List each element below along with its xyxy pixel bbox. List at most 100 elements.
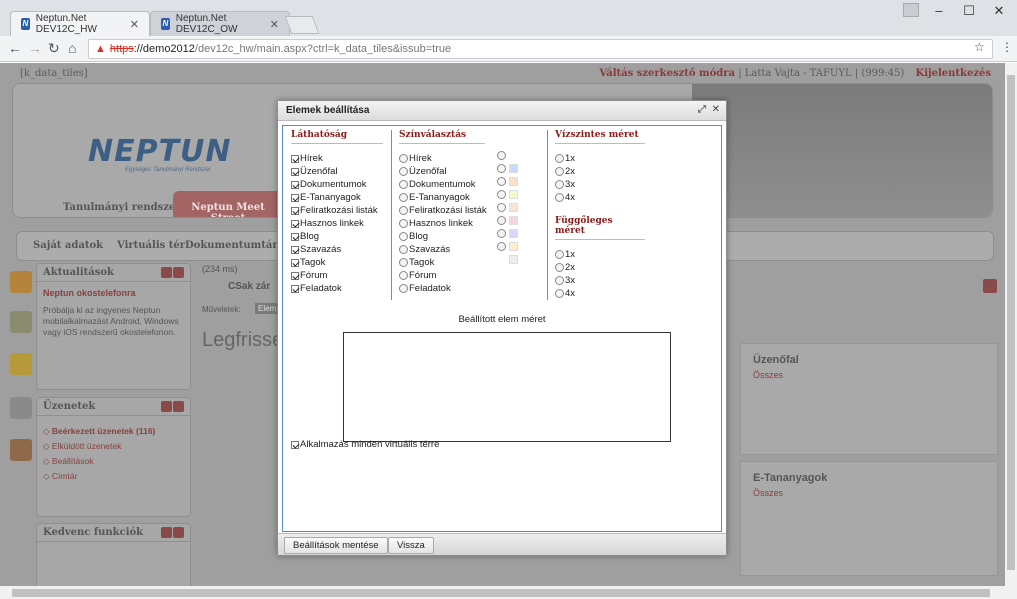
calendar-icon[interactable] — [10, 397, 32, 419]
swatch-radio[interactable] — [497, 151, 506, 160]
visibility-item[interactable]: Hasznos linkek — [291, 217, 383, 230]
vsize-option[interactable]: 2x — [555, 261, 645, 274]
color-swatch[interactable] — [509, 177, 518, 186]
color-swatch[interactable] — [509, 229, 518, 238]
window-close-icon[interactable]: ✕ — [985, 0, 1013, 22]
color-radio[interactable] — [399, 271, 408, 280]
popout-icon[interactable]: ⤢ — [698, 104, 706, 115]
scroll-thumb[interactable] — [1007, 75, 1015, 570]
size-radio[interactable] — [555, 263, 564, 272]
color-swatch[interactable] — [509, 203, 518, 212]
new-tab-button[interactable] — [284, 16, 320, 34]
refresh-icon[interactable] — [161, 401, 172, 412]
swatch-radio[interactable] — [497, 216, 506, 225]
size-radio[interactable] — [555, 276, 564, 285]
size-radio[interactable] — [555, 289, 564, 298]
color-radio[interactable] — [399, 232, 408, 241]
color-item[interactable]: Szavazás — [399, 243, 539, 256]
vsize-option[interactable]: 4x — [555, 287, 645, 300]
close-icon[interactable] — [173, 527, 184, 538]
news-headline[interactable]: Neptun okostelefonra — [43, 288, 184, 299]
horizontal-scrollbar[interactable] — [0, 586, 1017, 599]
close-icon[interactable]: ✕ — [130, 18, 139, 31]
hsize-option[interactable]: 2x — [555, 165, 645, 178]
edit-mode-link[interactable]: Váltás szerkesztő módra — [599, 68, 735, 79]
profile-icon[interactable] — [903, 3, 919, 17]
color-radio[interactable] — [399, 193, 408, 202]
color-item[interactable]: Üzenőfal — [399, 165, 539, 178]
swatch-radio[interactable] — [497, 203, 506, 212]
color-radio[interactable] — [399, 219, 408, 228]
not-secure-warning-icon[interactable]: ▲ — [95, 43, 106, 55]
visibility-checkbox[interactable] — [291, 154, 299, 163]
hsize-option[interactable]: 1x — [555, 152, 645, 165]
nav-tab-study-system[interactable]: Tanulmányi rendszer — [63, 202, 181, 213]
browser-menu-icon[interactable]: ⋮ — [1001, 40, 1013, 54]
visibility-checkbox[interactable] — [291, 167, 299, 176]
only-closed-label[interactable]: CSak zár — [228, 281, 270, 292]
visibility-item[interactable]: Üzenőfal — [291, 165, 383, 178]
color-radio[interactable] — [399, 154, 408, 163]
apply-all-checkbox[interactable] — [291, 440, 299, 449]
visibility-checkbox[interactable] — [291, 180, 299, 189]
actions-button[interactable]: Elem — [255, 303, 280, 314]
nav-tab-meet-street[interactable]: Neptun Meet Street — [173, 191, 283, 217]
size-radio[interactable] — [555, 180, 564, 189]
visibility-checkbox[interactable] — [291, 219, 299, 228]
dialog-close-icon[interactable]: ✕ — [712, 104, 720, 115]
visibility-item[interactable]: Blog — [291, 230, 383, 243]
bookmark-star-icon[interactable]: ☆ — [974, 40, 985, 54]
scroll-thumb[interactable] — [12, 589, 990, 597]
visibility-item[interactable]: E-Tananyagok — [291, 191, 383, 204]
refresh-icon[interactable] — [161, 267, 172, 278]
close-icon[interactable]: ✕ — [270, 18, 279, 31]
visibility-checkbox[interactable] — [291, 258, 299, 267]
vertical-scrollbar[interactable] — [1005, 63, 1017, 586]
minimize-icon[interactable]: – — [925, 0, 953, 22]
color-item[interactable]: E-Tananyagok — [399, 191, 539, 204]
color-item[interactable]: Dokumentumok — [399, 178, 539, 191]
size-radio[interactable] — [555, 193, 564, 202]
apply-all-checkbox-row[interactable]: Alkalmazás minden virtuális térre — [291, 438, 439, 451]
swatch-radio[interactable] — [497, 190, 506, 199]
save-settings-button[interactable]: Beállítások mentése — [284, 537, 388, 554]
color-item[interactable]: Fórum — [399, 269, 539, 282]
messages-directory-link[interactable]: ◇ Címtár — [43, 471, 184, 482]
messages-inbox-link[interactable]: ◇ Beérkezett üzenetek (116) — [43, 426, 184, 437]
size-radio[interactable] — [555, 167, 564, 176]
color-swatch[interactable] — [509, 255, 518, 264]
color-item[interactable]: Tagok — [399, 256, 539, 269]
close-icon[interactable] — [173, 267, 184, 278]
color-radio[interactable] — [399, 258, 408, 267]
color-item[interactable]: Feladatok — [399, 282, 539, 295]
visibility-item[interactable]: Tagok — [291, 256, 383, 269]
visibility-checkbox[interactable] — [291, 193, 299, 202]
hsize-option[interactable]: 3x — [555, 178, 645, 191]
visibility-item[interactable]: Feladatok — [291, 282, 383, 295]
color-item[interactable]: Blog — [399, 230, 539, 243]
color-radio[interactable] — [399, 245, 408, 254]
visibility-checkbox[interactable] — [291, 245, 299, 254]
visibility-checkbox[interactable] — [291, 284, 299, 293]
menu-document-store[interactable]: Dokumentumtár — [185, 240, 278, 251]
tile-all-link[interactable]: Összes — [753, 370, 783, 380]
visibility-item[interactable]: Szavazás — [291, 243, 383, 256]
swatch-radio[interactable] — [497, 242, 506, 251]
visibility-checkbox[interactable] — [291, 271, 299, 280]
forward-arrow-icon[interactable]: → — [28, 40, 42, 56]
size-radio[interactable] — [555, 250, 564, 259]
visibility-item[interactable]: Feliratkozási listák — [291, 204, 383, 217]
color-swatch[interactable] — [509, 242, 518, 251]
tile-all-link[interactable]: Összes — [753, 488, 783, 498]
visibility-item[interactable]: Fórum — [291, 269, 383, 282]
home-icon[interactable]: ⌂ — [68, 40, 76, 56]
vsize-option[interactable]: 3x — [555, 274, 645, 287]
swatch-radio[interactable] — [497, 229, 506, 238]
swatch-radio[interactable] — [497, 164, 506, 173]
menu-virtual-space[interactable]: Virtuális tér — [117, 240, 185, 251]
hsize-option[interactable]: 4x — [555, 191, 645, 204]
star-icon[interactable] — [10, 353, 32, 375]
logout-link[interactable]: Kijelentkezés — [916, 68, 991, 79]
swatch-radio[interactable] — [497, 177, 506, 186]
visibility-item[interactable]: Dokumentumok — [291, 178, 383, 191]
